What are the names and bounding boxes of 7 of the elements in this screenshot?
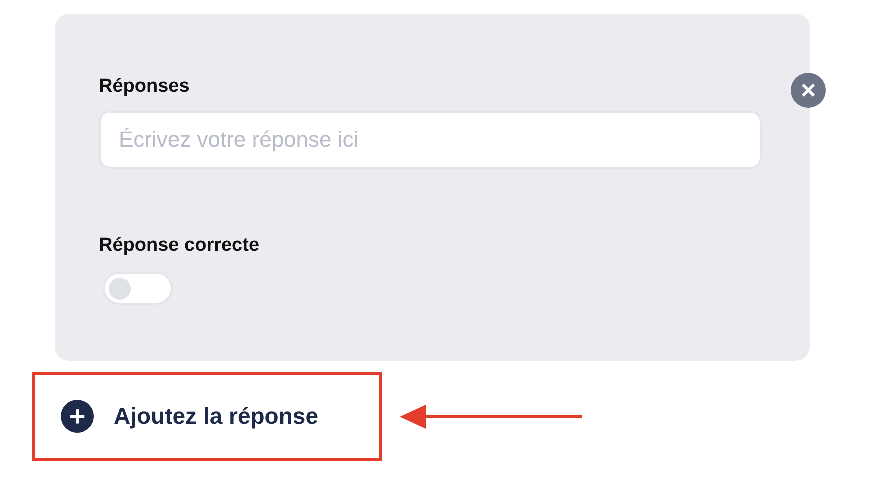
answers-label: Réponses xyxy=(99,76,190,98)
plus-icon: + xyxy=(61,400,94,433)
correct-toggle[interactable] xyxy=(103,272,173,305)
add-answer-button[interactable]: + Ajoutez la réponse xyxy=(61,400,318,433)
arrow-icon xyxy=(400,404,582,430)
answer-field[interactable]: Écrivez votre réponse ici xyxy=(99,111,762,169)
correct-answer-label: Réponse correcte xyxy=(99,235,260,257)
